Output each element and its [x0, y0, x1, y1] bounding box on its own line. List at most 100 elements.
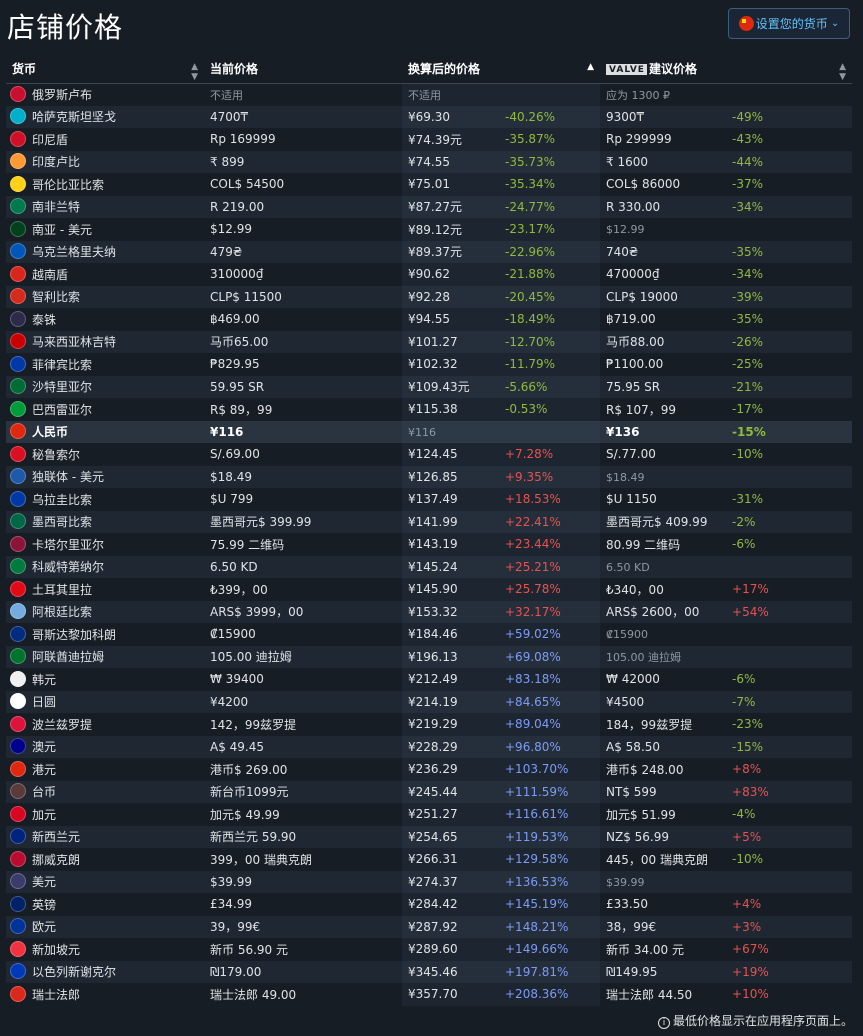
- current-price-cell: CLP$ 11500: [204, 286, 402, 309]
- sort-icon[interactable]: ▲ ▼: [839, 62, 846, 82]
- table-row: 印度卢比 ₹ 899 ¥74.55 -35.73% ₹ 1600 -44%: [6, 150, 853, 174]
- suggested-diff-text: -26%: [732, 334, 764, 349]
- suggested-price-cell: 加元$ 51.99: [600, 803, 726, 826]
- converted-diff-text: -21.88%: [505, 267, 556, 282]
- table-row: 日圆 ¥4200 ¥214.19 +84.65% ¥4500 -7%: [6, 690, 853, 713]
- currency-name-text: 哈萨克斯坦坚戈: [32, 110, 117, 125]
- suggested-diff-cell: [726, 83, 852, 106]
- suggested-price-cell: ₹ 1600: [600, 151, 726, 174]
- converted-diff-text: -18.49%: [505, 312, 556, 327]
- currency-name-text: 乌拉圭比索: [32, 492, 93, 507]
- suggested-price-cell: R$ 107，99: [600, 398, 726, 421]
- suggested-price-text: COL$ 86000: [606, 177, 681, 192]
- current-price-text: 加元$ 49.99: [210, 807, 280, 822]
- current-price-cell: 瑞士法郎 49.00: [204, 983, 402, 1006]
- converted-price-cell: ¥69.30: [402, 105, 499, 128]
- table-row: 土耳其里拉 ₺399，00 ¥145.90 +25.78% ₺340，00 +17%: [6, 578, 852, 601]
- suggested-price-cell: ₩ 42000: [600, 668, 726, 691]
- current-price-cell: 港币$ 269.00: [204, 758, 402, 781]
- suggested-diff-cell: -15%: [726, 736, 852, 759]
- suggested-price-text: 瑞士法郎 44.50: [606, 987, 693, 1002]
- suggested-price-cell: ₱1100.00: [600, 353, 726, 376]
- suggested-price-cell: S/.77.00: [600, 443, 726, 466]
- converted-diff-cell: +69.08%: [499, 645, 601, 668]
- suggested-diff-text: -10%: [732, 447, 764, 462]
- converted-diff-text: +149.66%: [505, 942, 569, 957]
- suggested-price-cell: 445，00 瑞典克朗: [600, 848, 726, 871]
- suggested-diff-text: -39%: [732, 289, 764, 304]
- converted-diff-text: +9.35%: [505, 469, 554, 484]
- table-row: 墨西哥比索 墨西哥元$ 399.99 ¥141.99 +22.41% 墨西哥元$ 409…: [6, 510, 853, 534]
- flag-icon: [10, 153, 26, 170]
- converted-diff-cell: +25.21%: [499, 555, 601, 578]
- currency-name-text: 瑞士法郎: [32, 987, 81, 1002]
- suggested-price-cell: 墨西哥元$ 409.99: [600, 511, 726, 534]
- converted-diff-cell: +136.53%: [499, 870, 601, 893]
- current-price-cell: $39.99: [204, 871, 402, 894]
- current-price-cell: ₱829.95: [204, 353, 402, 376]
- currency-name-text: 俄罗斯卢布: [32, 88, 93, 102]
- currency-name-cell: 挪威克朗: [6, 848, 204, 871]
- converted-price-text: ¥184.46: [408, 627, 458, 642]
- table-row: 台币 新台币1099元 ¥245.44 +111.59% NT$ 599 +83%: [6, 780, 853, 803]
- converted-price-cell: 不适用: [402, 83, 499, 106]
- converted-diff-cell: -20.45%: [499, 285, 601, 308]
- table-row: 卡塔尔里亚尔 75.99 二维码 ¥143.19 +23.44% 80.99 二维码 -6…: [6, 533, 852, 556]
- suggested-diff-cell: +17%: [726, 578, 852, 601]
- currency-name-cell: 乌拉圭比索: [6, 488, 204, 511]
- converted-diff-cell: +129.58%: [499, 848, 601, 871]
- table-row: 智利比索 CLP$ 11500 ¥92.28 -20.45% CLP$ 19000 -39…: [6, 285, 853, 309]
- currency-name-text: 澳元: [32, 740, 57, 755]
- converted-price-text: ¥89.12元: [408, 222, 462, 237]
- suggested-diff-cell: [726, 871, 852, 894]
- suggested-price-text: 新币 34.00 元: [606, 942, 684, 957]
- sort-ascending-icon[interactable]: ▲: [587, 62, 594, 72]
- currency-name-cell: 韩元: [6, 668, 204, 691]
- header-current-price[interactable]: 当前价格: [204, 55, 402, 84]
- suggested-diff-text: -44%: [732, 154, 764, 169]
- converted-price-text: ¥153.32: [408, 604, 458, 619]
- suggested-diff-cell: -26%: [726, 331, 852, 354]
- suggested-price-cell: ¥136: [600, 421, 726, 444]
- suggested-price-text: S/.77.00: [606, 447, 656, 462]
- header-currency[interactable]: 货币 ▲ ▼: [6, 55, 204, 84]
- suggested-price-cell: $18.49: [600, 466, 726, 489]
- suggested-diff-cell: -2%: [726, 511, 852, 534]
- current-price-cell: A$ 49.45: [204, 736, 402, 759]
- table-row: 独联体 - 美元 $18.49 ¥126.85 +9.35% $18.49: [6, 465, 853, 489]
- converted-diff-cell: +89.04%: [499, 713, 601, 736]
- converted-diff-text: +22.41%: [505, 514, 561, 529]
- currency-name-cell: 印尼盾: [6, 128, 204, 151]
- converted-diff-text: +84.65%: [505, 694, 561, 709]
- flag-icon: [10, 423, 26, 440]
- current-price-cell: 310000₫: [204, 263, 402, 286]
- suggested-diff-cell: -31%: [726, 488, 852, 511]
- suggested-price-text: NT$ 599: [606, 784, 657, 799]
- sort-icon[interactable]: ▲ ▼: [191, 62, 198, 82]
- table-row: 印尼盾 Rp 169999 ¥74.39元 -35.87% Rp 299999 -43%: [6, 128, 852, 151]
- suggested-diff-cell: -37%: [726, 173, 852, 196]
- currency-name-text: 以色列新谢克尔: [32, 965, 117, 980]
- header-suggested-price[interactable]: VALVE 建议价格 ▲ ▼: [600, 55, 853, 84]
- currency-name-text: 哥斯达黎加科朗: [32, 627, 117, 642]
- converted-price-cell: ¥184.46: [402, 623, 499, 646]
- flag-icon: [10, 850, 26, 867]
- currency-name-cell: 美元: [6, 871, 204, 894]
- header-converted-price[interactable]: 换算后的价格 ▲: [402, 55, 601, 84]
- suggested-price-text: $12.99: [606, 223, 645, 237]
- converted-price-cell: ¥219.29: [402, 713, 499, 736]
- flag-icon: [10, 378, 26, 395]
- currency-name-cell: 印度卢比: [6, 151, 204, 174]
- current-price-text: COL$ 54500: [210, 177, 285, 192]
- converted-diff-cell: -35.73%: [499, 150, 601, 173]
- converted-price-text: ¥219.29: [408, 717, 458, 732]
- suggested-price-text: A$ 58.50: [606, 739, 661, 754]
- currency-name-cell: 人民币: [6, 421, 204, 444]
- set-currency-button[interactable]: 设置您的货币 ⌄: [728, 8, 850, 39]
- converted-diff-text: -35.73%: [505, 154, 556, 169]
- flag-icon: [10, 355, 26, 372]
- suggested-diff-text: +19%: [732, 964, 769, 979]
- table-row: 南亚 - 美元 $12.99 ¥89.12元 -23.17% $12.99: [6, 218, 852, 241]
- suggested-diff-text: -25%: [732, 357, 764, 372]
- table-row: 阿根廷比索 ARS$ 3999，00 ¥153.32 +32.17% ARS$ 2600…: [6, 600, 853, 623]
